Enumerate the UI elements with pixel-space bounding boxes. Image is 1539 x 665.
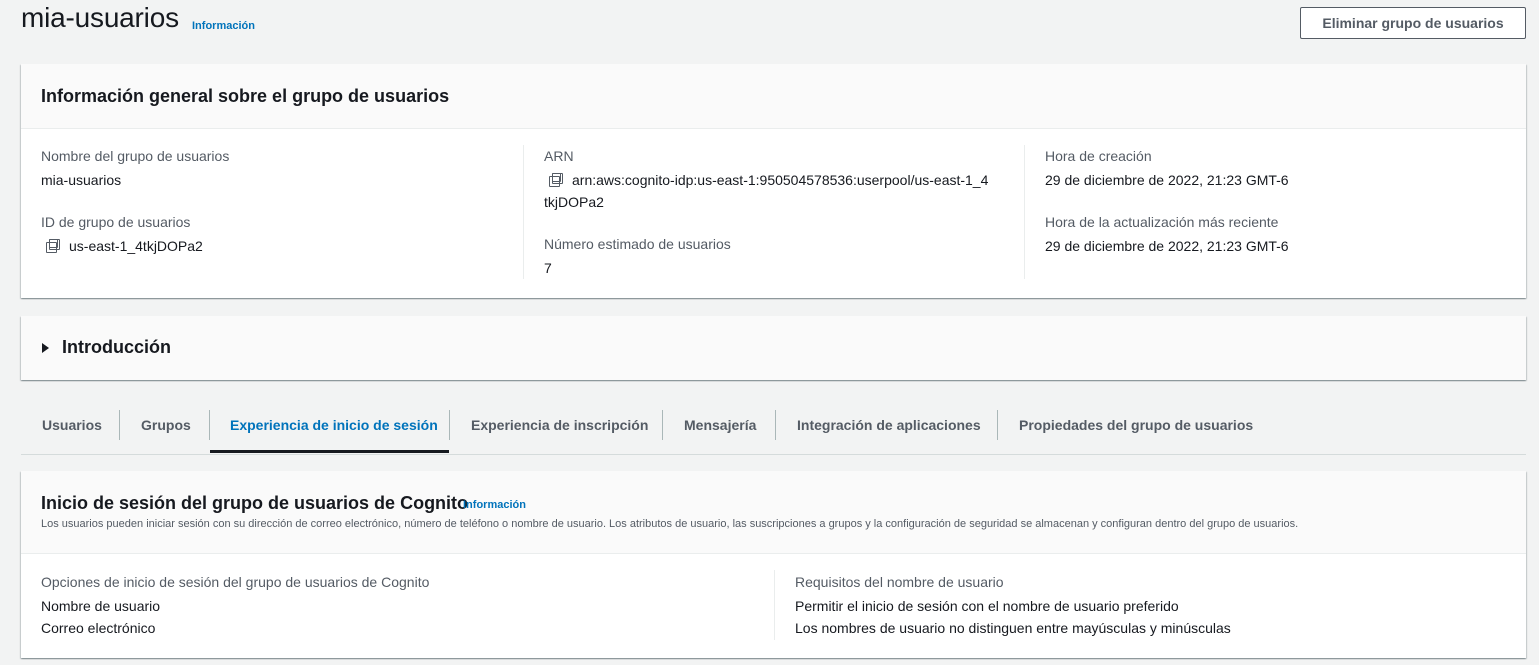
page-title: mia-usuarios <box>21 2 179 33</box>
delete-user-pool-button[interactable]: Eliminar grupo de usuarios <box>1300 7 1526 39</box>
sign-in-card: Inicio de sesión del grupo de usuarios d… <box>21 471 1526 658</box>
page-header: mia-usuarios Información Eliminar grupo … <box>21 0 1526 48</box>
overview-card: Información general sobre el grupo de us… <box>21 64 1526 298</box>
username-requirements-label: Requisitos del nombre de usuario <box>795 574 1004 590</box>
username-requirement-item: Los nombres de usuario no distinguen ent… <box>795 620 1231 636</box>
column-divider <box>1024 145 1025 279</box>
introduction-section[interactable]: Introducción <box>21 316 1526 380</box>
tab-messaging[interactable]: Mensajería <box>663 410 777 452</box>
sign-in-options-label: Opciones de inicio de sesión del grupo d… <box>41 574 430 590</box>
updated-time-label: Hora de la actualización más reciente <box>1045 214 1279 230</box>
arn-label: ARN <box>544 148 574 164</box>
column-divider <box>774 570 775 640</box>
tab-groups[interactable]: Grupos <box>120 410 212 452</box>
estimated-users-label: Número estimado de usuarios <box>544 236 731 252</box>
copy-arn-icon[interactable] <box>548 172 564 188</box>
overview-body: Nombre del grupo de usuarios mia-usuario… <box>21 129 1526 298</box>
pool-name-label: Nombre del grupo de usuarios <box>41 148 230 164</box>
created-time-value: 29 de diciembre de 2022, 21:23 GMT-6 <box>1045 172 1289 188</box>
tab-app-integration[interactable]: Integración de aplicaciones <box>776 410 1002 452</box>
sign-in-description: Los usuarios pueden iniciar sesión con s… <box>41 518 1299 530</box>
tab-users[interactable]: Usuarios <box>21 410 123 452</box>
overview-card-header: Información general sobre el grupo de us… <box>21 64 1526 129</box>
sign-in-title: Inicio de sesión del grupo de usuarios d… <box>41 493 469 513</box>
tab-user-pool-properties[interactable]: Propiedades del grupo de usuarios <box>998 410 1274 452</box>
column-divider <box>523 145 524 279</box>
tab-sign-up-experience[interactable]: Experiencia de inscripción <box>450 410 669 452</box>
tab-bar: Usuarios Grupos Experiencia de inicio de… <box>21 398 1526 455</box>
tab-sign-in-experience[interactable]: Experiencia de inicio de sesión <box>209 410 459 452</box>
pool-id-label: ID de grupo de usuarios <box>41 214 191 230</box>
pool-id-value: us-east-1_4tkjDOPa2 <box>69 238 203 254</box>
arn-value: arn:aws:cognito-idp:us-east-1:9505045785… <box>572 172 989 188</box>
updated-time-value: 29 de diciembre de 2022, 21:23 GMT-6 <box>1045 238 1289 254</box>
sign-in-option-item: Correo electrónico <box>41 620 156 636</box>
arn-value-continued: tkjDOPa2 <box>544 194 604 210</box>
introduction-title: Introducción <box>62 337 171 357</box>
info-link[interactable]: Información <box>463 499 526 511</box>
caret-right-icon <box>42 343 49 353</box>
created-time-label: Hora de creación <box>1045 148 1152 164</box>
overview-title: Información general sobre el grupo de us… <box>41 86 450 106</box>
sign-in-option-item: Nombre de usuario <box>41 598 161 614</box>
active-tab-indicator <box>210 450 449 453</box>
pool-name-value: mia-usuarios <box>41 172 122 188</box>
estimated-users-value: 7 <box>544 260 552 276</box>
copy-pool-id-icon[interactable] <box>45 238 61 254</box>
username-requirement-item: Permitir el inicio de sesión con el nomb… <box>795 598 1179 614</box>
info-link[interactable]: Información <box>192 20 255 32</box>
sign-in-card-header: Inicio de sesión del grupo de usuarios d… <box>21 471 1526 554</box>
